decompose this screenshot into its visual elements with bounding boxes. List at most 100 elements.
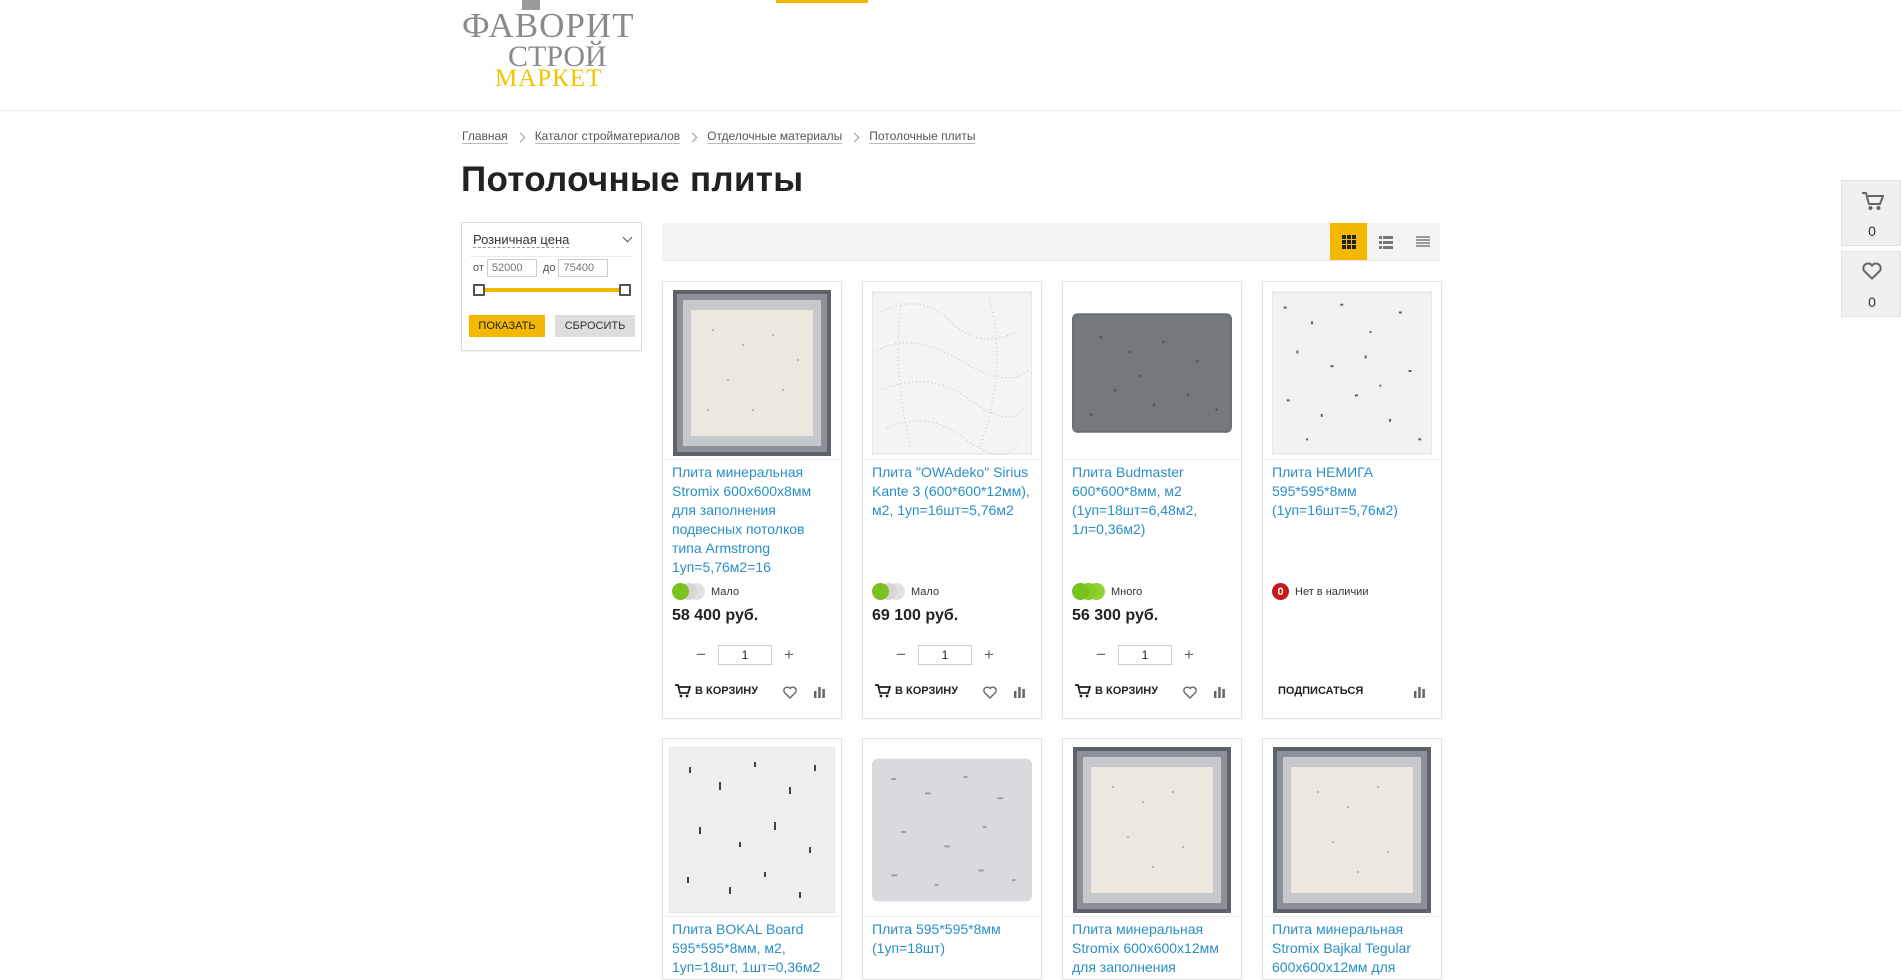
stock-indicator: Мало (672, 583, 739, 601)
card-divider (1263, 916, 1441, 917)
price-filter: Розничная цена от до Показать Сбросить (461, 222, 642, 351)
cart-icon (1862, 192, 1884, 210)
product-image[interactable] (1072, 746, 1232, 914)
stock-label: Нет в наличии (1295, 585, 1369, 598)
stock-level-icon (872, 583, 906, 601)
card-divider (1063, 459, 1241, 460)
add-to-cart-button[interactable]: В корзину (675, 684, 758, 698)
quantity-increase-button[interactable]: + (982, 646, 996, 663)
compare-icon[interactable] (1013, 686, 1026, 698)
price-slider-max-handle[interactable] (619, 284, 631, 296)
cart-icon (675, 684, 691, 698)
side-favorites-widget[interactable]: 0 (1841, 251, 1901, 317)
heart-icon[interactable] (983, 686, 997, 699)
stock-label: Мало (911, 586, 940, 598)
filter-title[interactable]: Розничная цена (473, 232, 570, 248)
quantity-input[interactable] (1118, 645, 1172, 665)
product-card: Плита минеральная Stromix Bajkal Tegular… (1262, 738, 1442, 980)
product-card: Плита минеральная Stromix 600х600х12мм д… (1062, 738, 1242, 980)
product-card: Плита 595*595*8мм (1уп=18шт) (862, 738, 1042, 980)
quantity-stepper: − + (894, 645, 996, 665)
compare-icon[interactable] (1413, 686, 1426, 698)
grid-view-icon (1341, 234, 1356, 249)
product-image[interactable] (1272, 289, 1432, 457)
card-divider (1063, 916, 1241, 917)
add-to-cart-label: В корзину (895, 685, 959, 697)
product-title[interactable]: Плита минеральная Stromix Bajkal Tegular… (1272, 920, 1437, 977)
price-from-label: от (473, 262, 484, 274)
product-title[interactable]: Плита минеральная Stromix 600х600х8мм дл… (672, 463, 837, 577)
product-title[interactable]: Плита минеральная Stromix 600х600х12мм д… (1072, 920, 1237, 977)
product-price: 69 100 руб. (872, 607, 959, 624)
product-image[interactable] (1272, 746, 1432, 914)
side-cart-widget[interactable]: 0 (1841, 180, 1901, 246)
product-image[interactable] (668, 746, 836, 914)
card-divider (663, 459, 841, 460)
table-view-icon (1415, 235, 1430, 247)
product-title[interactable]: Плита НЕМИГА 595*595*8мм (1уп=16шт=5,76м… (1272, 463, 1437, 520)
product-title[interactable]: Плита "OWAdeko" Sirius Kante 3 (600*600*… (872, 463, 1037, 520)
quantity-increase-button[interactable]: + (782, 646, 796, 663)
filter-divider (470, 256, 633, 257)
product-price: 56 300 руб. (1072, 607, 1159, 624)
breadcrumb-current[interactable]: Потолочные плиты (869, 130, 976, 144)
show-filter-button[interactable]: Показать (469, 315, 545, 337)
quantity-input[interactable] (718, 645, 772, 665)
stock-level-icon (672, 583, 706, 601)
add-to-cart-button[interactable]: В корзину (1075, 684, 1158, 698)
catalog-toolbar (662, 223, 1440, 261)
page-title: Потолочные плиты (461, 160, 804, 199)
logo[interactable]: ФАВОРИТ СТРОЙ МАРКЕТ (460, 0, 660, 92)
product-image[interactable] (872, 746, 1032, 914)
heart-icon (1862, 262, 1882, 280)
quantity-input[interactable] (918, 645, 972, 665)
product-title[interactable]: Плита Budmaster 600*600*8мм, м2 (1уп=18ш… (1072, 463, 1237, 539)
price-from-input[interactable] (486, 259, 537, 277)
product-card: Плита минеральная Stromix 600х600х8мм дл… (662, 281, 842, 719)
cart-icon (1075, 684, 1091, 698)
site-header: ФАВОРИТ СТРОЙ МАРКЕТ (0, 0, 1901, 111)
chevron-down-icon[interactable] (622, 232, 633, 243)
stock-indicator: Мало (872, 583, 939, 601)
stock-indicator: 0 Нет в наличии (1272, 583, 1368, 600)
heart-icon[interactable] (783, 686, 797, 699)
heart-icon[interactable] (1183, 686, 1197, 699)
price-slider-min-handle[interactable] (473, 284, 485, 296)
breadcrumb-finishing[interactable]: Отделочные материалы (707, 130, 843, 144)
list-view-button[interactable] (1367, 223, 1404, 260)
table-view-button[interactable] (1404, 223, 1441, 260)
active-nav-indicator (776, 0, 868, 3)
product-title[interactable]: Плита 595*595*8мм (1уп=18шт) (872, 920, 1037, 958)
cart-icon (875, 684, 891, 698)
card-divider (863, 459, 1041, 460)
subscribe-button[interactable]: Подписаться (1278, 685, 1363, 697)
price-slider-track[interactable] (478, 288, 626, 292)
breadcrumb-separator-icon (687, 132, 698, 142)
breadcrumb-home[interactable]: Главная (462, 130, 508, 144)
quantity-increase-button[interactable]: + (1182, 646, 1196, 663)
logo-line-1: ФАВОРИТ (462, 6, 635, 45)
quantity-decrease-button[interactable]: − (894, 646, 908, 663)
compare-icon[interactable] (1213, 686, 1226, 698)
quantity-decrease-button[interactable]: − (694, 646, 708, 663)
add-to-cart-label: В корзину (695, 685, 759, 697)
add-to-cart-button[interactable]: В корзину (875, 684, 958, 698)
out-of-stock-badge: 0 (1272, 583, 1289, 600)
product-image[interactable] (672, 289, 832, 457)
product-image[interactable] (1072, 289, 1232, 457)
logo-line-3: МАРКЕТ (495, 65, 603, 92)
breadcrumb-separator-icon (515, 132, 526, 142)
product-price: 58 400 руб. (672, 607, 759, 624)
reset-filter-button[interactable]: Сбросить (555, 315, 635, 337)
compare-icon[interactable] (813, 686, 826, 698)
card-divider (663, 916, 841, 917)
product-title[interactable]: Плита BOKAL Board 595*595*8мм, м2, 1уп=1… (672, 920, 837, 977)
price-to-input[interactable] (558, 259, 609, 277)
breadcrumb-catalog[interactable]: Каталог стройматериалов (534, 130, 681, 144)
grid-view-button[interactable] (1330, 223, 1367, 260)
product-image[interactable] (872, 289, 1032, 457)
stock-label: Много (1111, 586, 1143, 598)
cart-count: 0 (1868, 223, 1876, 239)
quantity-decrease-button[interactable]: − (1094, 646, 1108, 663)
price-to-label: до (542, 262, 556, 274)
